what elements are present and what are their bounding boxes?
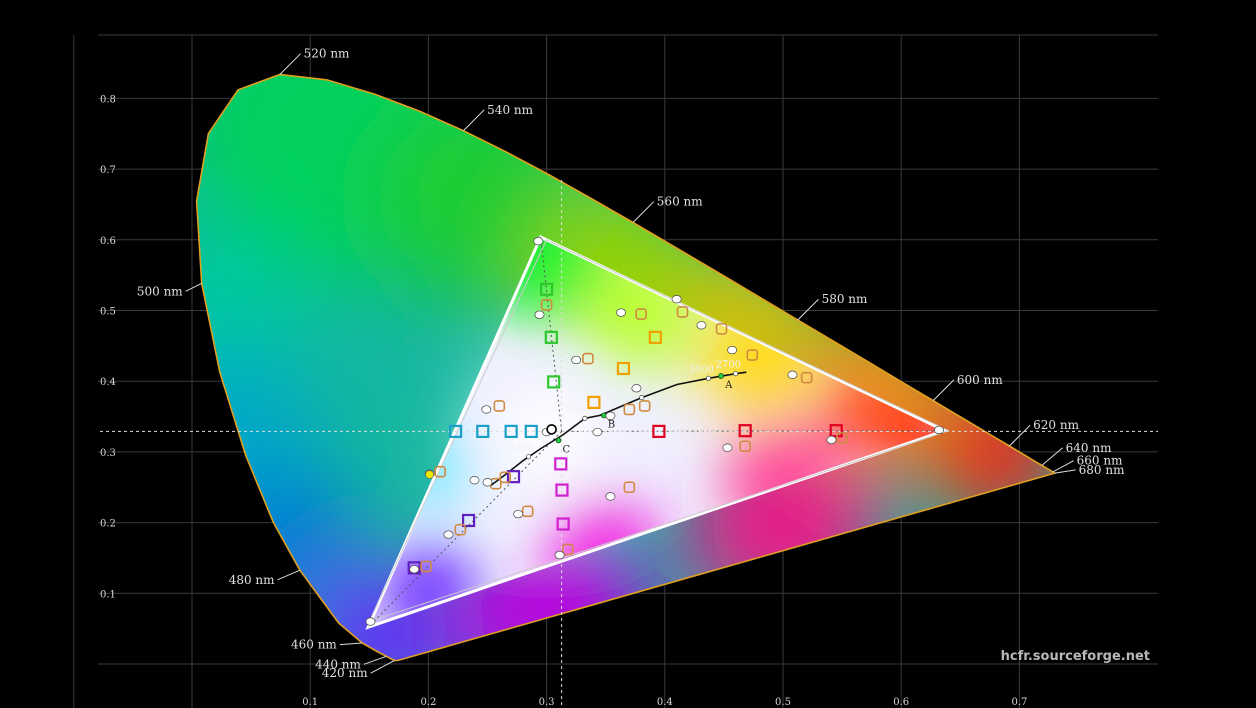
illuminant-label: C	[563, 444, 571, 455]
wavelength-tick	[797, 298, 819, 321]
cct-marker	[706, 375, 712, 381]
cct-label: 5500	[565, 404, 590, 415]
wavelength-label: 620 nm	[1033, 418, 1079, 432]
y-tick-label: 0.3	[100, 448, 116, 459]
wavelength-label: 640 nm	[1066, 441, 1112, 455]
white-point-marker	[546, 424, 557, 435]
wavelength-label: 520 nm	[304, 47, 350, 61]
measured-point	[671, 295, 682, 304]
wavelength-tick	[363, 655, 387, 665]
wavelength-label: 600 nm	[957, 373, 1003, 387]
wavelength-tick	[185, 282, 202, 292]
illuminant-marker	[718, 373, 724, 379]
measured-point	[616, 308, 627, 317]
illuminant-label: B	[608, 419, 615, 430]
measured-point	[934, 425, 944, 435]
wavelength-label: 480 nm	[229, 573, 275, 587]
illuminant-label: A	[724, 380, 733, 391]
cct-marker	[526, 454, 532, 460]
x-tick-label: 0.1	[302, 697, 318, 708]
wavelength-label: 500 nm	[137, 284, 183, 298]
measured-point	[727, 345, 738, 355]
x-tick-label: 0.4	[657, 697, 673, 708]
wavelength-tick	[932, 379, 955, 401]
x-tick-label: 0.5	[775, 697, 791, 708]
measured-point	[481, 405, 492, 414]
x-tick-label: 0.7	[1011, 697, 1027, 708]
measured-point	[631, 384, 642, 393]
y-tick-label: 0.5	[100, 307, 116, 318]
y-tick-label: 0.7	[100, 165, 116, 176]
wavelength-tick	[1041, 447, 1063, 466]
measured-point	[533, 237, 544, 246]
y-tick-label: 0.6	[100, 236, 116, 247]
measured-point	[554, 550, 565, 560]
cct-marker	[639, 395, 645, 401]
measured-point	[787, 370, 798, 379]
wavelength-label: 460 nm	[291, 638, 337, 652]
cct-label: 3000	[689, 364, 714, 375]
wavelength-tick	[463, 109, 485, 132]
wavelength-label: 680 nm	[1079, 463, 1125, 477]
measured-point	[443, 530, 454, 539]
measured-point	[365, 617, 376, 626]
cct-label: 9300	[509, 443, 534, 454]
measured-point	[605, 492, 616, 501]
watermark-text: hcfr.sourceforge.net	[1001, 649, 1150, 664]
measured-point	[482, 478, 493, 487]
wavelength-label: 560 nm	[657, 195, 703, 209]
wavelength-tick	[1054, 469, 1076, 474]
measured-point	[826, 435, 837, 445]
yellow-marker	[425, 470, 434, 479]
x-tick-label: 0.3	[539, 697, 555, 708]
y-tick-label: 0.4	[100, 377, 116, 388]
cct-marker	[733, 371, 739, 377]
measured-point	[696, 321, 707, 330]
measured-point	[469, 476, 480, 485]
measured-point	[409, 565, 420, 574]
measured-point	[605, 411, 616, 420]
wavelength-label: 580 nm	[822, 292, 868, 306]
wavelength-tick	[370, 659, 395, 674]
measured-point	[534, 310, 545, 319]
y-tick-label: 0.2	[100, 519, 116, 530]
y-tick-label: 0.1	[100, 589, 116, 600]
measured-point	[513, 509, 524, 519]
measured-point	[592, 427, 603, 437]
y-tick-label: 0.8	[100, 94, 116, 105]
wavelength-tick	[632, 201, 655, 223]
measured-point	[571, 355, 582, 365]
wavelength-tick	[339, 642, 363, 646]
cie-chromaticity-diagram: 93005500400030002700ABC 420 nm440 nm460 …	[73, 34, 1158, 708]
wavelength-label: 440 nm	[315, 657, 361, 671]
cct-marker	[582, 415, 588, 421]
measured-point	[722, 443, 733, 452]
wavelength-tick	[279, 53, 301, 75]
x-tick-label: 0.2	[420, 697, 436, 708]
cct-label: 2700	[716, 360, 741, 371]
wavelength-label: 540 nm	[487, 103, 533, 117]
illuminant-marker	[555, 437, 562, 444]
wavelength-tick	[277, 569, 301, 581]
x-tick-label: 0.6	[893, 697, 909, 708]
